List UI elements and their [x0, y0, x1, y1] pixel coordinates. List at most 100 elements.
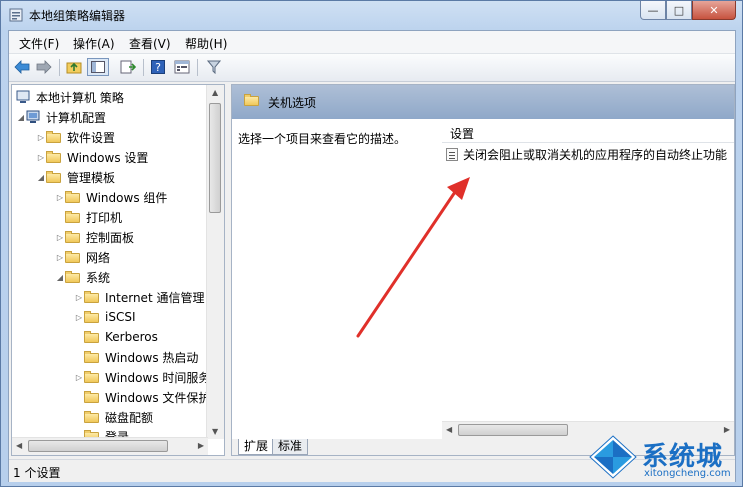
folder-icon: [65, 251, 81, 263]
folder-icon: [84, 351, 100, 363]
minimize-button[interactable]: —: [640, 1, 666, 20]
menu-help[interactable]: 帮助(H): [185, 35, 227, 52]
details-header: 关机选项: [232, 85, 734, 119]
tree-item-admin-templates[interactable]: ◢ 管理模板: [36, 167, 115, 187]
tree-horizontal-scroll-thumb[interactable]: [28, 440, 168, 452]
tree-item-windows-settings[interactable]: ▷ Windows 设置: [36, 147, 148, 167]
tree-item-label: 管理模板: [67, 170, 116, 185]
toolbar: ?: [9, 54, 735, 82]
tree-item-label: Windows 文件保护: [105, 390, 211, 405]
scroll-left-icon[interactable]: ◀: [446, 425, 452, 434]
title-bar[interactable]: 本地组策略编辑器 — □ ✕: [1, 1, 742, 29]
tree-item-label: 控制面板: [86, 230, 135, 245]
folder-icon: [46, 151, 62, 163]
tree-item-internet-comm[interactable]: ▷ Internet 通信管理: [74, 287, 205, 307]
tree-item-file-protection[interactable]: Windows 文件保护: [74, 387, 210, 407]
tree-item-local-policy[interactable]: 本地计算机 策略: [16, 87, 124, 107]
expanded-triangle-icon[interactable]: ◢: [55, 273, 65, 282]
tree-item-iscsi[interactable]: ▷ iSCSI: [74, 307, 136, 327]
tree-item-control-panel[interactable]: ▷ 控制面板: [55, 227, 134, 247]
tree-item-label: 网络: [86, 250, 111, 265]
expanded-triangle-icon[interactable]: ◢: [36, 173, 46, 182]
properties-icon[interactable]: [173, 58, 191, 76]
folder-icon: [65, 191, 81, 203]
menu-action[interactable]: 操作(A): [73, 35, 115, 52]
forward-arrow-icon[interactable]: [35, 58, 53, 76]
toolbar-separator: [143, 59, 144, 76]
details-horizontal-scroll-thumb[interactable]: [458, 424, 568, 436]
setting-row[interactable]: 关闭会阻止或取消关机的应用程序的自动终止功能: [446, 144, 727, 164]
help-icon[interactable]: ?: [149, 58, 167, 76]
tree-item-label: 磁盘配额: [105, 410, 154, 425]
filter-icon[interactable]: [205, 58, 223, 76]
collapsed-triangle-icon[interactable]: ▷: [74, 373, 84, 382]
collapsed-triangle-icon[interactable]: ▷: [55, 193, 65, 202]
folder-icon: [84, 311, 100, 323]
export-list-icon[interactable]: [119, 58, 137, 76]
scroll-left-icon[interactable]: ◀: [16, 441, 22, 450]
tab-extended[interactable]: 扩展: [238, 439, 275, 455]
collapsed-triangle-icon[interactable]: ▷: [36, 153, 46, 162]
menu-file[interactable]: 文件(F): [19, 35, 59, 52]
tree-item-time-service[interactable]: ▷ Windows 时间服务: [74, 367, 210, 387]
tree-vertical-scrollbar[interactable]: ▲ ▼: [206, 85, 224, 439]
tree-item-label: 本地计算机 策略: [36, 90, 124, 105]
folder-icon: [84, 291, 100, 303]
tree-item-system[interactable]: ◢ 系统: [55, 267, 110, 287]
tree-item-hot-start[interactable]: Windows 热启动: [74, 347, 198, 367]
computer-icon: [26, 110, 40, 123]
expanded-triangle-icon[interactable]: ◢: [16, 113, 26, 122]
collapsed-triangle-icon[interactable]: ▷: [36, 133, 46, 142]
details-pane: 关机选项 选择一个项目来查看它的描述。 设置 关闭会阻止或取消关机的应用程序的自…: [231, 84, 735, 456]
tree-item-label: Kerberos: [105, 330, 158, 344]
folder-icon: [84, 371, 100, 383]
tree-item-windows-components[interactable]: ▷ Windows 组件: [55, 187, 167, 207]
folder-icon: [84, 331, 100, 343]
folder-icon: [244, 94, 260, 106]
tree-item-disk-quota[interactable]: 磁盘配额: [74, 407, 153, 427]
tree-item-label: 系统: [86, 270, 111, 285]
tree-item-label: Internet 通信管理: [105, 290, 205, 305]
svg-text:?: ?: [155, 61, 161, 74]
collapsed-triangle-icon[interactable]: ▷: [74, 313, 84, 322]
scroll-right-icon[interactable]: ▶: [724, 425, 730, 434]
show-hide-tree-icon[interactable]: [87, 58, 109, 76]
close-button[interactable]: ✕: [692, 1, 736, 20]
tree-item-kerberos[interactable]: Kerberos: [74, 327, 158, 347]
tree-item-label: 打印机: [86, 210, 123, 225]
column-header-settings[interactable]: 设置: [442, 122, 734, 143]
collapsed-triangle-icon[interactable]: ▷: [74, 293, 84, 302]
computer-policy-icon: [16, 90, 30, 103]
column-header-label: 设置: [450, 127, 475, 141]
scroll-right-icon[interactable]: ▶: [198, 441, 204, 450]
tree-item-software-settings[interactable]: ▷ 软件设置: [36, 127, 115, 147]
maximize-button[interactable]: □: [666, 1, 692, 20]
client-area: 文件(F) 操作(A) 查看(V) 帮助(H) ? 本地计算机 策略 ◢ 计算机…: [8, 30, 736, 482]
collapsed-triangle-icon[interactable]: ▷: [55, 253, 65, 262]
tree-item-label: 软件设置: [67, 130, 116, 145]
scroll-up-icon[interactable]: ▲: [212, 88, 218, 97]
description-text: 选择一个项目来查看它的描述。: [238, 132, 407, 146]
collapsed-triangle-icon[interactable]: ▷: [55, 233, 65, 242]
tree-item-printers[interactable]: 打印机: [55, 207, 122, 227]
tree-item-label: Windows 组件: [86, 190, 168, 205]
folder-icon: [84, 411, 100, 423]
tree-item-label: Windows 设置: [67, 150, 149, 165]
folder-icon: [65, 211, 81, 223]
scroll-down-icon[interactable]: ▼: [212, 427, 218, 436]
tree-item-network[interactable]: ▷ 网络: [55, 247, 110, 267]
menu-view[interactable]: 查看(V): [129, 35, 171, 52]
menu-bar: 文件(F) 操作(A) 查看(V) 帮助(H): [9, 31, 735, 54]
tree-horizontal-scrollbar[interactable]: ◀ ▶: [12, 437, 208, 455]
details-header-title: 关机选项: [268, 96, 317, 110]
tree-item-label: Windows 时间服务: [105, 370, 211, 385]
logo-diamond-icon: [589, 435, 637, 479]
tree-vertical-scroll-thumb[interactable]: [209, 103, 221, 213]
tree-item-computer-config[interactable]: ◢ 计算机配置: [16, 107, 106, 127]
tree-item-label: Windows 热启动: [105, 350, 199, 365]
watermark-url: xitongcheng.com: [644, 468, 731, 479]
back-arrow-icon[interactable]: [13, 58, 31, 76]
up-folder-icon[interactable]: [65, 58, 83, 76]
tab-standard[interactable]: 标准: [272, 439, 309, 455]
folder-icon: [65, 271, 81, 283]
